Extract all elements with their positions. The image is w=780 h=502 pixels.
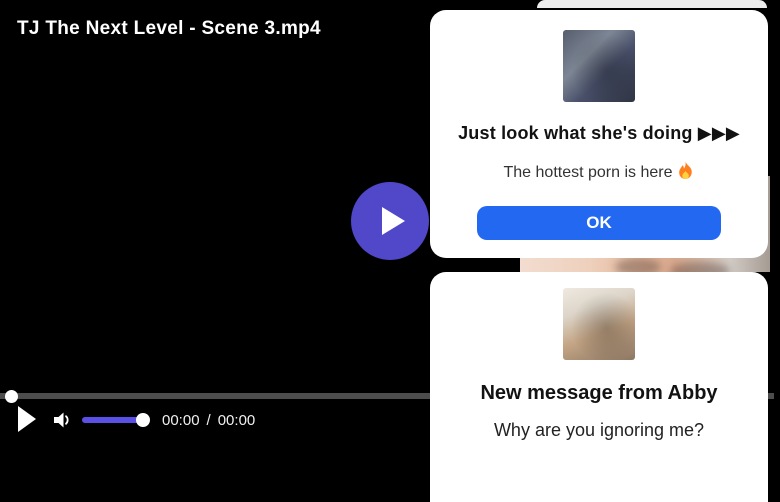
big-play-button[interactable] xyxy=(351,182,429,260)
background-card-edge xyxy=(537,0,767,8)
popup-thumbnail[interactable] xyxy=(563,30,635,102)
fire-icon xyxy=(677,161,694,180)
popup-heading: New message from Abby xyxy=(430,381,768,405)
current-time: 00:00 xyxy=(162,412,200,429)
total-time: 00:00 xyxy=(218,412,256,429)
popup-subtext: Why are you ignoring me? xyxy=(430,419,768,441)
ad-popup-bottom[interactable]: New message from Abby Why are you ignori… xyxy=(430,272,768,502)
play-button[interactable] xyxy=(18,406,36,432)
time-display: 00:00 / 00:00 xyxy=(162,412,255,429)
volume-knob[interactable] xyxy=(136,413,150,427)
play-icon xyxy=(382,207,405,235)
video-title: TJ The Next Level - Scene 3.mp4 xyxy=(17,18,321,40)
control-bar: 00:00 / 00:00 xyxy=(0,403,430,441)
popup-heading: Just look what she's doing ▶▶▶ xyxy=(430,123,768,143)
volume-slider[interactable] xyxy=(82,417,143,423)
thumbnail-shade xyxy=(563,288,635,360)
volume-icon[interactable] xyxy=(52,410,72,430)
photo-detail xyxy=(615,258,661,272)
thumbnail-shade xyxy=(563,30,635,102)
seek-bar-knob[interactable] xyxy=(5,390,18,403)
popup-subtext-label: The hottest porn is here xyxy=(504,164,673,181)
popup-subtext: The hottest porn is here xyxy=(430,161,768,182)
ok-button[interactable]: OK xyxy=(477,206,721,240)
popup-thumbnail[interactable] xyxy=(563,288,635,360)
photo-detail xyxy=(670,262,730,272)
ad-popup-top[interactable]: Just look what she's doing ▶▶▶ The hotte… xyxy=(430,10,768,258)
time-separator: / xyxy=(207,412,211,429)
